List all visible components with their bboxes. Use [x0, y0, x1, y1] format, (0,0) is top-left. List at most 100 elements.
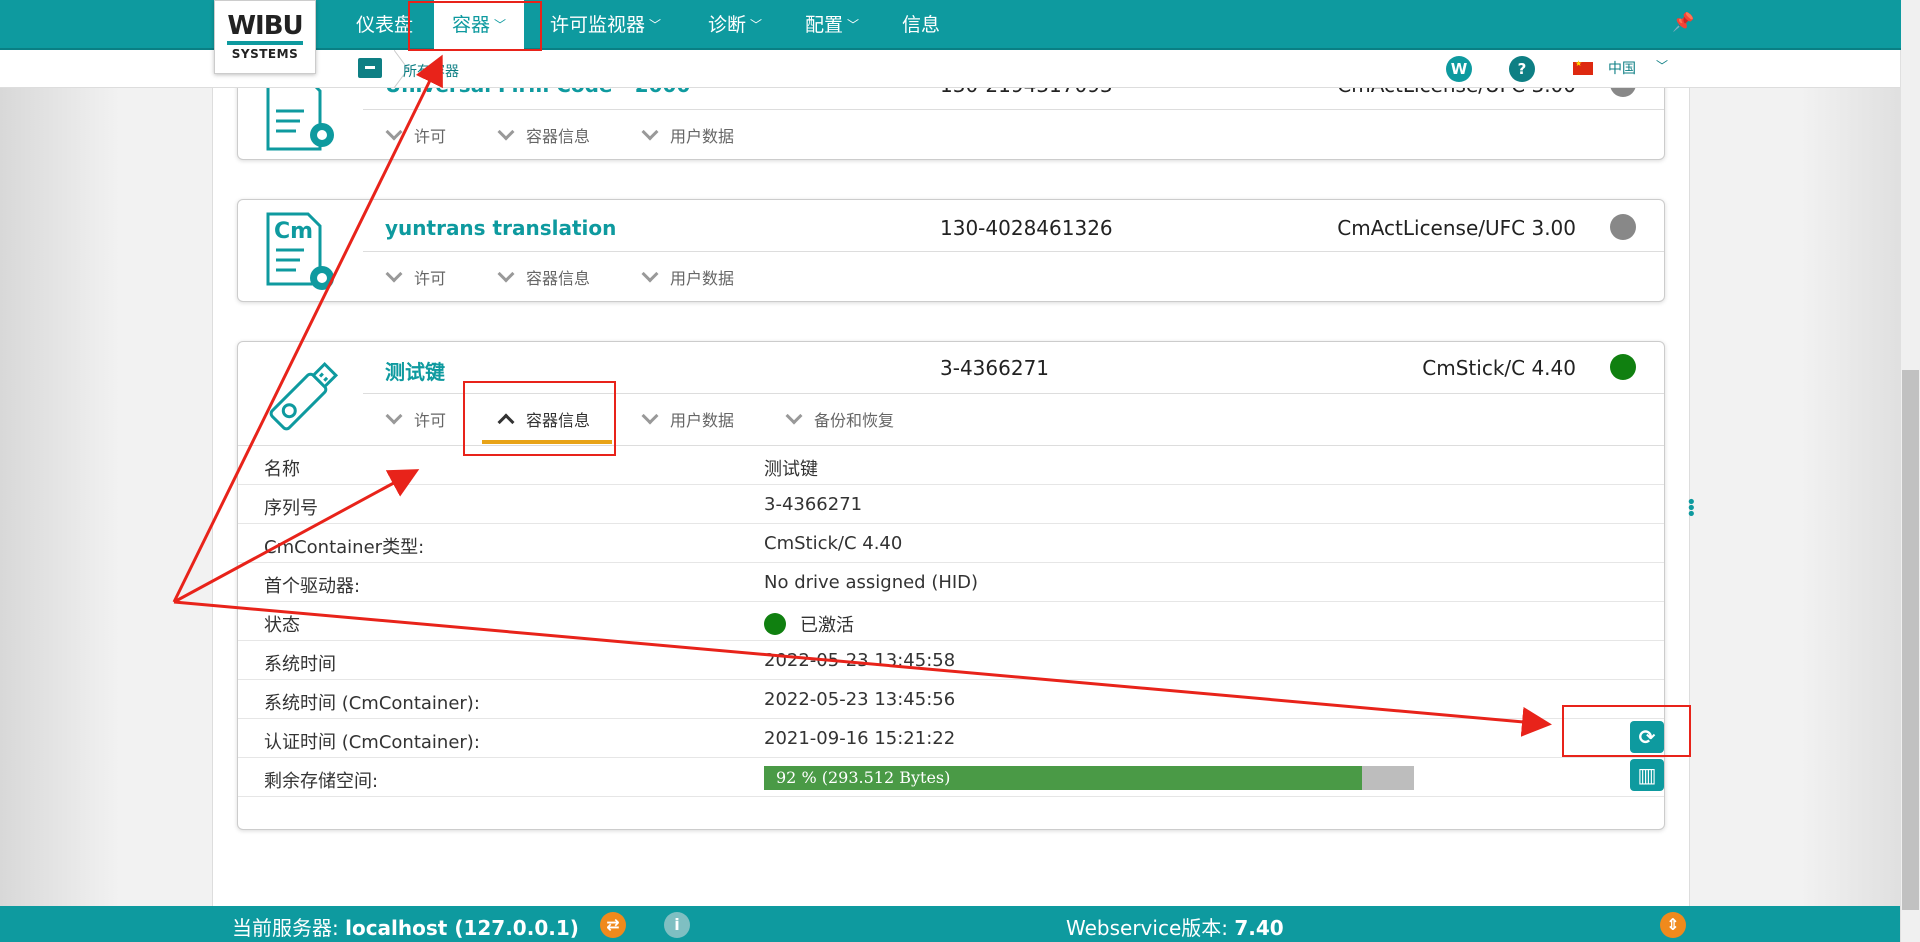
nav-label: 容器: [452, 14, 491, 36]
storage-progress-bar: 92 % (293.512 Bytes): [764, 766, 1414, 790]
info-value: 2021-09-16 15:21:22: [764, 728, 956, 749]
divider: [363, 251, 1664, 252]
expand-collapse-icon[interactable]: ⇕: [1660, 912, 1686, 938]
nav-item-configuration[interactable]: 配置 ﹀: [805, 0, 859, 50]
info-row-serial: 序列号 3-4366271: [238, 485, 1664, 524]
info-icon[interactable]: i: [664, 912, 690, 938]
container-serial: 3-4366271: [940, 356, 1050, 380]
tab-label: 容器信息: [526, 411, 591, 430]
nav-item-info[interactable]: 信息: [902, 0, 940, 50]
tab-label: 许可: [414, 127, 447, 146]
ws-value: 7.40: [1234, 916, 1284, 940]
chevron-down-icon: [641, 265, 659, 283]
svg-text:Cm: Cm: [274, 219, 313, 244]
info-label: 认证时间 (CmContainer):: [264, 732, 480, 753]
tab-label: 许可: [414, 269, 447, 288]
tab-backup-restore[interactable]: 备份和恢复: [785, 407, 895, 431]
chevron-down-icon: ﹀: [494, 18, 507, 32]
language-selector[interactable]: 中国: [1608, 58, 1636, 78]
tab-user-data[interactable]: 用户数据: [641, 407, 735, 431]
chart-icon[interactable]: ▥: [1630, 759, 1664, 791]
pin-icon[interactable]: 📌: [1672, 12, 1694, 33]
tab-container-info[interactable]: 容器信息: [497, 265, 590, 289]
status-text: 已激活: [800, 615, 854, 636]
info-row-container-type: CmContainer类型: CmStick/C 4.40: [238, 524, 1664, 563]
nav-item-license-monitor[interactable]: 许可监视器 ﹀: [550, 0, 661, 50]
chevron-down-icon: [641, 407, 659, 425]
tab-label: 用户数据: [670, 269, 735, 288]
tab-user-data[interactable]: 用户数据: [641, 123, 735, 147]
w-button[interactable]: W: [1446, 56, 1472, 82]
wibu-logo[interactable]: WIBU SYSTEMS: [214, 0, 316, 74]
chevron-down-icon: [785, 407, 803, 425]
vertical-dots-icon[interactable]: • • •: [1686, 494, 1697, 524]
info-value: 已激活: [764, 611, 854, 637]
active-tab-underline: [482, 440, 612, 444]
container-title[interactable]: 测试键: [385, 356, 445, 385]
server-value: localhost (127.0.0.1): [345, 916, 579, 940]
chevron-down-icon: [497, 123, 515, 141]
info-value: CmStick/C 4.40: [764, 533, 903, 554]
info-value: 2022-05-23 13:45:58: [764, 650, 956, 671]
info-label: 状态: [264, 615, 300, 636]
info-row-first-drive: 首个驱动器: No drive assigned (HID): [238, 563, 1664, 602]
container-card-yuntrans: Cm yuntrans translation 130-4028461326 C…: [237, 199, 1665, 302]
usb-stick-icon: [269, 361, 339, 431]
info-label: 系统时间: [264, 654, 336, 675]
tab-label: 备份和恢复: [814, 411, 895, 430]
scrollbar-thumb[interactable]: [1902, 370, 1919, 910]
breadcrumb-all-containers[interactable]: 所有容器: [403, 61, 459, 81]
nav-item-diagnostics[interactable]: 诊断 ﹀: [708, 0, 762, 50]
chevron-down-icon: [385, 407, 403, 425]
info-row-free-storage: 剩余存储空间: 92 % (293.512 Bytes) ▥: [238, 758, 1664, 797]
info-label: 序列号: [264, 498, 318, 519]
chevron-down-icon: [385, 123, 403, 141]
nav-item-containers[interactable]: 容器 ﹀: [434, 0, 525, 50]
chevron-down-icon: ﹀: [649, 18, 662, 32]
info-value: 2022-05-23 13:45:56: [764, 689, 956, 710]
info-label: 首个驱动器:: [264, 576, 361, 597]
ws-label: Webservice版本:: [1066, 916, 1228, 940]
chevron-down-icon: ﹀: [847, 18, 860, 32]
current-server: 当前服务器: localhost (127.0.0.1): [232, 912, 579, 941]
tab-licenses[interactable]: 许可: [385, 407, 447, 431]
logo-bar: [227, 41, 303, 45]
tab-label: 许可: [414, 411, 447, 430]
status-active-icon: [764, 613, 786, 635]
info-row-system-time: 系统时间 2022-05-23 13:45:58: [238, 641, 1664, 680]
server-label: 当前服务器:: [232, 916, 339, 940]
chevron-down-icon: [497, 265, 515, 283]
storage-progress-text: 92 % (293.512 Bytes): [776, 768, 951, 787]
info-row-cert-time: 认证时间 (CmContainer): 2021-09-16 15:21:22 …: [238, 719, 1664, 758]
nav-label: 仪表盘: [356, 14, 414, 36]
tab-label: 容器信息: [526, 127, 591, 146]
cmactlicense-icon: Cm: [266, 212, 334, 290]
container-title[interactable]: yuntrans translation: [385, 216, 616, 240]
container-type: CmStick/C 4.40: [1422, 356, 1576, 380]
info-row-name: 名称 测试键: [238, 446, 1664, 485]
logo-text: WIBU: [227, 11, 303, 41]
tab-user-data[interactable]: 用户数据: [641, 265, 735, 289]
tab-container-info[interactable]: 容器信息: [497, 123, 591, 147]
chevron-down-icon: ﹀: [750, 18, 763, 32]
tab-licenses[interactable]: 许可: [385, 265, 447, 289]
info-label: 剩余存储空间:: [264, 771, 379, 792]
nav-label: 许可监视器: [550, 14, 646, 36]
chevron-down-icon[interactable]: ﹀: [1656, 57, 1668, 74]
logo-subtext: SYSTEMS: [231, 47, 299, 61]
info-label: 名称: [264, 459, 300, 480]
refresh-icon[interactable]: ⟳: [1630, 721, 1664, 753]
chevron-down-icon: [641, 123, 659, 141]
tab-container-info[interactable]: 容器信息: [497, 407, 591, 431]
nav-label: 配置: [805, 14, 844, 36]
switch-server-icon[interactable]: ⇄: [600, 912, 626, 938]
tab-label: 用户数据: [670, 411, 735, 430]
info-row-status: 状态 已激活: [238, 602, 1664, 641]
info-value: No drive assigned (HID): [764, 572, 979, 593]
info-label: 系统时间 (CmContainer):: [264, 693, 480, 714]
tab-licenses[interactable]: 许可: [385, 123, 447, 147]
nav-item-dashboard[interactable]: 仪表盘: [356, 0, 413, 50]
info-value: 3-4366271: [764, 494, 863, 515]
help-icon[interactable]: ?: [1509, 56, 1535, 82]
tab-label: 用户数据: [670, 127, 735, 146]
